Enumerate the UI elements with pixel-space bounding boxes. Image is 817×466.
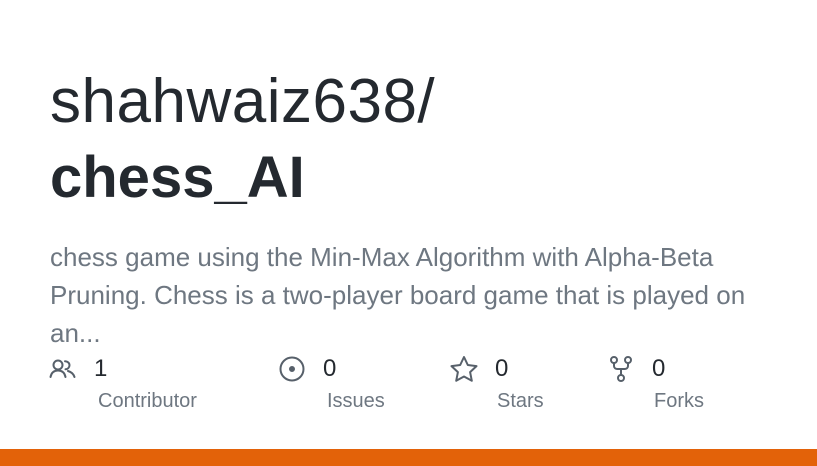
stars-label: Stars bbox=[497, 390, 544, 412]
contributors-count: 1 bbox=[94, 355, 108, 382]
repo-owner[interactable]: shahwaiz638/ bbox=[50, 66, 435, 138]
stat-stars[interactable]: 0 Stars bbox=[449, 354, 544, 418]
repo-description: chess game using the Min-Max Algorithm w… bbox=[50, 242, 746, 348]
star-icon bbox=[449, 354, 479, 384]
people-icon bbox=[48, 354, 78, 384]
repo-social-card: shahwaiz638/ chess_AI chess game using t… bbox=[0, 0, 817, 466]
repo-forked-icon bbox=[606, 354, 636, 384]
contributors-label: Contributor bbox=[98, 390, 197, 412]
forks-label: Forks bbox=[654, 390, 704, 412]
issues-count: 0 bbox=[323, 355, 337, 382]
stars-count: 0 bbox=[495, 355, 509, 382]
stat-contributors[interactable]: 1 Contributor bbox=[48, 354, 197, 418]
issues-label: Issues bbox=[327, 390, 385, 412]
forks-count: 0 bbox=[652, 355, 666, 382]
repo-name[interactable]: chess_AI bbox=[50, 142, 305, 214]
stat-forks[interactable]: 0 Forks bbox=[606, 354, 704, 418]
language-color-bar bbox=[0, 449, 817, 466]
stat-issues[interactable]: 0 Issues bbox=[277, 354, 385, 418]
issue-opened-icon bbox=[277, 354, 307, 384]
